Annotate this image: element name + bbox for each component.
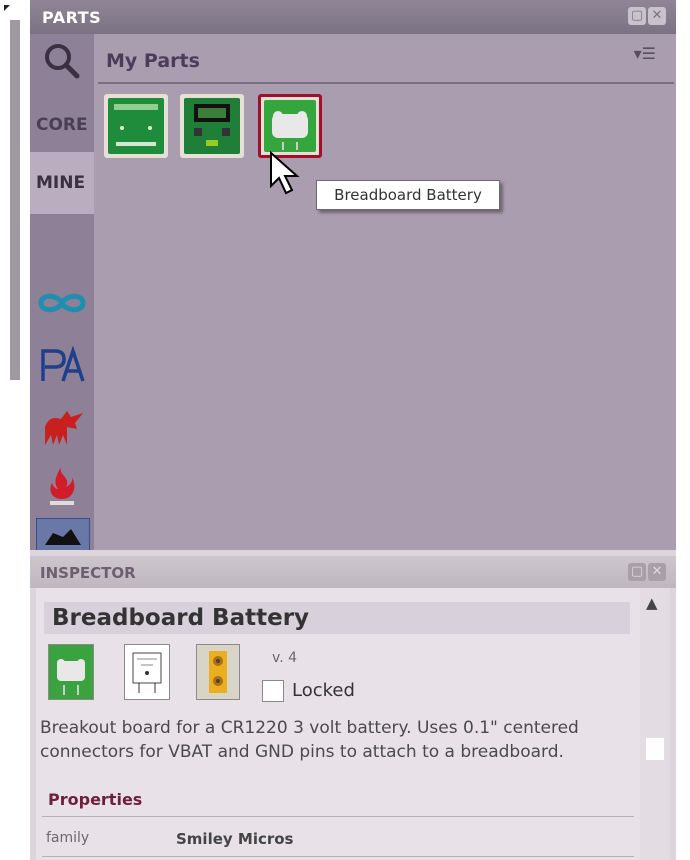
inspector-panel: INSPECTOR ▢ ✕ Breadboard Battery v. 4 Lo… xyxy=(30,550,676,860)
left-edge xyxy=(0,0,30,860)
tab-mine[interactable]: MINE xyxy=(30,152,94,214)
locked-checkbox[interactable] xyxy=(262,680,284,702)
property-key: family xyxy=(46,830,90,846)
scroll-thumb[interactable] xyxy=(646,738,664,760)
bin-title-divider xyxy=(98,82,674,84)
sparkfun-icon[interactable] xyxy=(36,404,88,450)
arduino-icon[interactable] xyxy=(36,280,88,326)
inspector-body: Breadboard Battery v. 4 Locked Breakout … xyxy=(36,588,640,860)
close-icon[interactable]: ✕ xyxy=(648,7,666,25)
parts-panel: PARTS ▢ ✕ CORE MINE My Parts ▾☰ Breadboa… xyxy=(30,0,676,552)
breadboard-view-image xyxy=(48,644,94,700)
property-value[interactable]: Smiley Micros xyxy=(176,830,293,848)
menu-icon[interactable]: ▾☰ xyxy=(634,44,656,63)
part-name: Breadboard Battery xyxy=(44,602,630,634)
window-right-edge xyxy=(676,0,690,860)
pcb-view-image xyxy=(196,644,240,700)
schematic-view-image xyxy=(124,644,170,700)
fire-icon[interactable] xyxy=(36,462,88,508)
part-lcd[interactable] xyxy=(180,94,244,158)
mouse-pointer-icon xyxy=(268,150,302,200)
bin-sidebar: CORE MINE xyxy=(30,34,94,552)
window-corner-icon xyxy=(2,2,16,16)
part-description: Breakout board for a CR1220 3 volt batte… xyxy=(40,718,579,762)
locked-label: Locked xyxy=(292,680,355,701)
parts-title-bar: PARTS ▢ ✕ xyxy=(30,0,676,34)
part-tooltip: Breadboard Battery xyxy=(316,180,500,210)
inspector-title: INSPECTOR xyxy=(40,564,136,582)
search-icon[interactable] xyxy=(36,38,88,84)
float-icon[interactable]: ▢ xyxy=(628,7,646,25)
inspector-float-icon[interactable]: ▢ xyxy=(628,563,646,581)
pa-icon[interactable] xyxy=(36,342,88,388)
bin-icon[interactable] xyxy=(36,518,90,552)
tab-core[interactable]: CORE xyxy=(30,92,94,158)
properties-heading: Properties xyxy=(48,790,143,809)
properties-divider-2 xyxy=(42,856,634,857)
bin-title: My Parts xyxy=(106,50,200,72)
parts-title: PARTS xyxy=(42,8,102,27)
part-breadboard-battery[interactable] xyxy=(258,94,322,158)
scroll-up-icon[interactable]: ▲ xyxy=(646,594,658,612)
part-breakout[interactable] xyxy=(104,94,168,158)
left-scroll-strip xyxy=(10,20,20,380)
part-version: v. 4 xyxy=(272,650,298,666)
inspector-scrollbar[interactable]: ▲ xyxy=(640,588,670,860)
inspector-title-bar: INSPECTOR ▢ ✕ xyxy=(30,556,676,588)
bin-content: My Parts ▾☰ Breadboard Battery xyxy=(94,34,676,550)
inspector-close-icon[interactable]: ✕ xyxy=(648,563,666,581)
properties-divider xyxy=(42,816,634,817)
